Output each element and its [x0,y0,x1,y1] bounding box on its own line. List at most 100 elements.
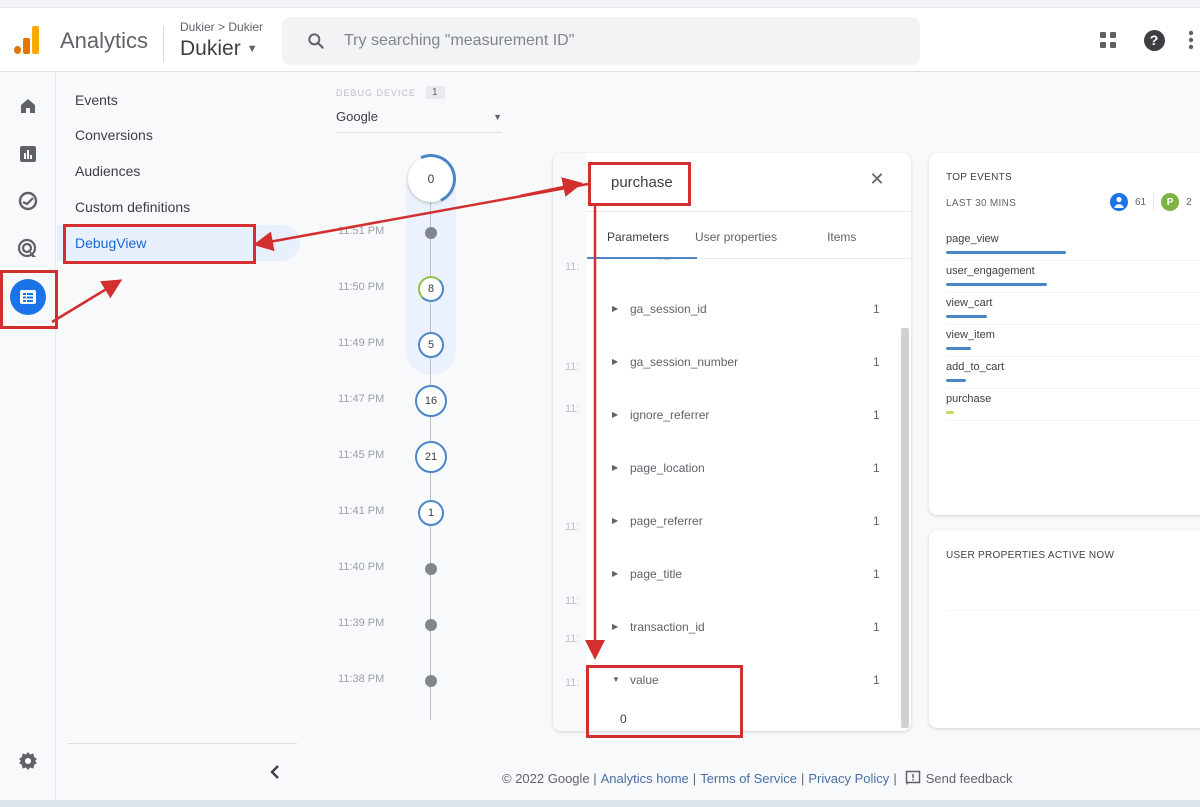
subnav-item-debugview[interactable]: DebugView [75,235,146,251]
send-feedback-button[interactable]: Send feedback [905,770,1012,786]
parameter-row[interactable]: ▶ transaction_id 1 [587,609,897,649]
device-dropdown[interactable]: Google ▼ [336,109,502,133]
settings-gear-icon[interactable] [14,747,42,775]
parameter-count: 1 [873,259,880,260]
subnav-item-conversions[interactable]: Conversions [75,127,153,143]
timeline-minute-row[interactable]: 11:51 PM [330,212,550,252]
top-event-name: view_item [946,329,995,341]
parameter-row[interactable]: ▶ ga_session_number 1 [587,344,897,384]
subnav-item-audiences[interactable]: Audiences [75,163,140,179]
parameter-row-partial[interactable]: debug_mode 1 [587,259,897,275]
tab-user-properties[interactable]: User properties [695,213,777,259]
minute-event-count[interactable]: 16 [415,385,447,417]
panel-scrollbar[interactable] [901,328,909,728]
empty-minute-dot[interactable] [425,227,437,239]
event-details-panel: 11: 11: 11: 11: 11: 11: 11: purchase ✕ Paramet… [553,153,911,731]
counter-divider [1153,193,1155,211]
parameter-name: page_title [630,567,683,581]
home-icon[interactable] [14,92,42,120]
minute-timestamp: 11:50 PM [338,281,385,293]
caret-down-icon: ▼ [493,111,502,122]
parameter-name: value [630,673,659,687]
minute-event-count[interactable]: 5 [418,332,444,358]
analytics-home-link[interactable]: Analytics home [601,771,689,786]
minute-timestamp: 11:51 PM [338,225,385,237]
left-nav-rail [0,73,56,807]
empty-minute-dot[interactable] [425,619,437,631]
subnav-item-events[interactable]: Events [75,92,118,108]
top-events-card: TOP EVENTS LAST 30 MINS 61 P 2 page_view… [929,153,1200,515]
parameter-name: ignore_referrer [630,408,710,422]
explore-icon[interactable] [14,187,42,215]
device-selected-value: Google [336,109,378,124]
top-event-row[interactable]: view_cart [946,293,1200,325]
expand-more-icon[interactable]: ▶ [612,304,618,313]
expand-more-icon[interactable]: ▶ [612,463,618,472]
timeline-minute-row[interactable]: 11:38 PM [330,660,550,700]
parameter-row[interactable]: ▶ ignore_referrer 1 [587,397,897,437]
chevron-left-icon [270,765,279,779]
search-icon [308,33,324,49]
user-icon [1110,193,1128,211]
help-icon[interactable]: ? [1142,28,1166,52]
configure-icon[interactable] [10,279,46,315]
expand-more-icon[interactable]: ▶ [612,622,618,631]
minute-event-count[interactable]: 8 [418,276,444,302]
expand-more-icon[interactable]: ▶ [612,410,618,419]
timeline-minute-row[interactable]: 11:39 PM [330,604,550,644]
seconds-stream-counter[interactable]: 0 [408,156,454,202]
minute-event-count[interactable]: 21 [415,441,447,473]
tab-parameters[interactable]: Parameters [607,213,669,259]
timeline-minute-row[interactable]: 11:41 PM 1 [330,492,550,532]
expand-more-icon[interactable]: ▶ [612,569,618,578]
top-event-name: purchase [946,393,992,405]
conversions-count: 2 [1186,196,1192,208]
analytics-logo-icon[interactable] [14,26,40,54]
app-header: Analytics Dukier > Dukier Dukier ▼ ? [0,8,1200,72]
parameter-row[interactable]: ▶ page_referrer 1 [587,503,897,543]
minute-event-count[interactable]: 1 [418,500,444,526]
tab-items[interactable]: Items [827,213,856,259]
close-icon[interactable]: ✕ [867,169,887,189]
expand-more-icon[interactable]: ▶ [612,516,618,525]
timeline-minute-row[interactable]: 11:40 PM [330,548,550,588]
apps-grid-icon[interactable] [1096,28,1120,52]
property-selector[interactable]: Dukier ▼ [180,37,258,61]
terms-of-service-link[interactable]: Terms of Service [700,771,797,786]
reports-icon[interactable] [14,140,42,168]
top-event-row[interactable]: user_engagement [946,261,1200,293]
parameter-row[interactable]: ▶ ga_session_id 1 [587,291,897,331]
breadcrumb[interactable]: Dukier > Dukier [180,20,263,34]
top-event-row[interactable]: page_view [946,229,1200,261]
user-properties-divider [946,610,1200,611]
top-event-row[interactable]: view_item [946,325,1200,357]
top-event-row[interactable]: add_to_cart [946,357,1200,389]
users-count: 61 [1135,196,1147,208]
empty-minute-dot[interactable] [425,563,437,575]
app-name: Analytics [60,28,149,53]
more-vert-icon[interactable] [1188,28,1200,52]
parameter-row[interactable]: ▶ page_title 1 [587,556,897,596]
collapse-nav-button[interactable] [265,762,285,782]
timeline-minute-row[interactable]: 11:49 PM 5 [330,324,550,364]
hidden-timestamp: 11: [565,633,580,645]
hidden-timestamp: 11: [565,261,580,273]
expand-less-icon[interactable]: ▼ [612,675,620,684]
top-event-row[interactable]: purchase [946,389,1200,421]
parameter-row[interactable]: ▼ value 1 [587,662,897,702]
expand-more-icon[interactable]: ▶ [612,357,618,366]
empty-minute-dot[interactable] [425,675,437,687]
parameter-name: page_referrer [630,514,703,528]
copyright: © 2022 Google | [502,770,597,786]
timeline-minute-row[interactable]: 11:45 PM 21 [330,436,550,476]
configure-subnav: Events Conversions Audiences Custom defi… [57,73,300,763]
parameter-row[interactable]: ▶ page_location 1 [587,450,897,490]
search-bar[interactable] [282,17,920,65]
subnav-item-custom-definitions[interactable]: Custom definitions [75,199,190,215]
privacy-policy-link[interactable]: Privacy Policy [808,771,889,786]
advertising-icon[interactable] [14,235,42,263]
parameter-count: 1 [873,673,880,687]
timeline-minute-row[interactable]: 11:50 PM 8 [330,268,550,308]
search-input[interactable] [344,32,844,50]
timeline-minute-row[interactable]: 11:47 PM 16 [330,380,550,420]
